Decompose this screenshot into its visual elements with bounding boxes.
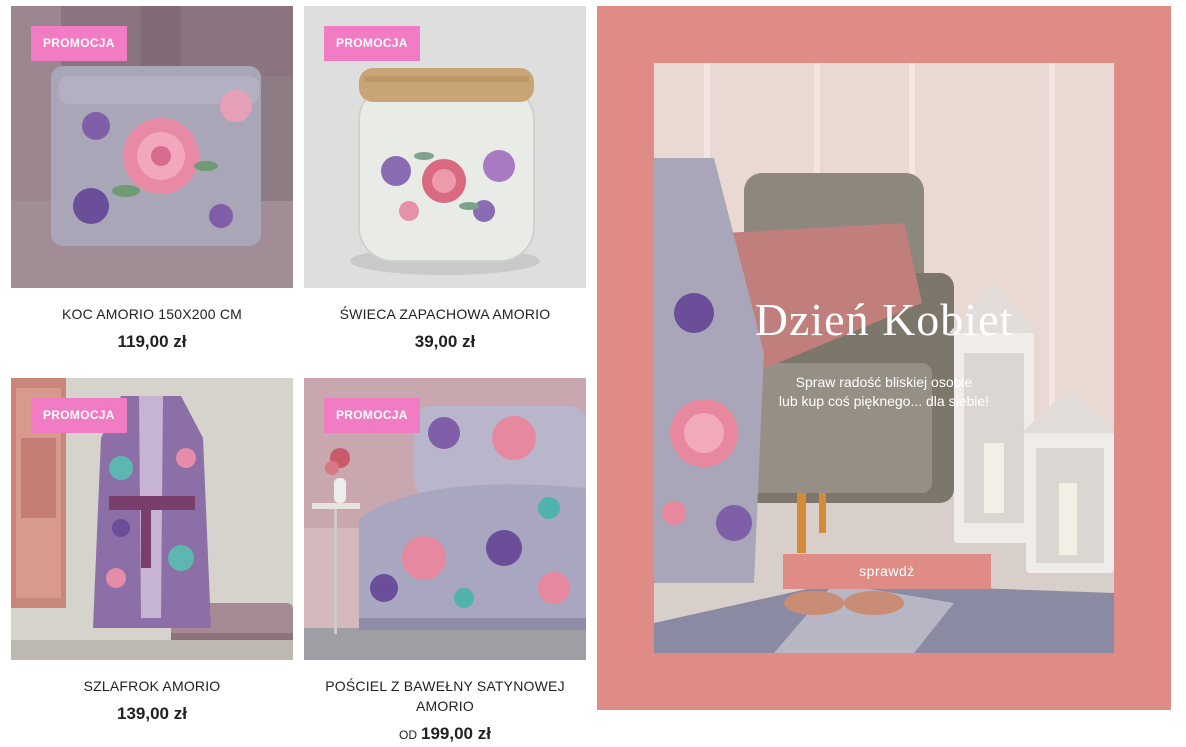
- price-value: 39,00 zł: [414, 332, 476, 351]
- product-image-candle[interactable]: PROMOCJA: [304, 6, 586, 288]
- promo-banner[interactable]: Dzień Kobiet Spraw radość bliskiej osobi…: [597, 6, 1171, 710]
- banner-subtitle-line: lub kup coś pięknego... dla siebie!: [778, 393, 990, 409]
- price-value: 119,00 zł: [117, 332, 187, 351]
- product-card: PROMOCJA SZLAFROK AMORIO 139,00 zł: [11, 378, 293, 724]
- product-price: OD 199,00 zł: [304, 724, 586, 744]
- product-price: 39,00 zł: [304, 332, 586, 352]
- product-card: PROMOCJA ŚWIECA ZAPACHOWA AMORIO 39,00 z…: [304, 6, 586, 352]
- banner-photo: Dzień Kobiet Spraw radość bliskiej osobi…: [654, 63, 1114, 653]
- banner-headline: Dzień Kobiet: [754, 294, 1014, 345]
- product-card: PROMOCJA POŚCIEL Z BAWEŁNY SATYNOWEJ AMO…: [304, 378, 586, 744]
- banner-cta-button[interactable]: sprawdź: [783, 554, 991, 589]
- price-prefix: OD: [399, 728, 418, 742]
- product-price: 139,00 zł: [11, 704, 293, 724]
- price-value: 139,00 zł: [117, 704, 187, 723]
- promo-badge: PROMOCJA: [31, 398, 127, 433]
- product-name[interactable]: ŚWIECA ZAPACHOWA AMORIO: [304, 304, 586, 324]
- product-name[interactable]: POŚCIEL Z BAWEŁNY SATYNOWEJ AMORIO: [304, 676, 586, 716]
- product-image-bedding[interactable]: PROMOCJA: [304, 378, 586, 660]
- promo-badge: PROMOCJA: [324, 26, 420, 61]
- banner-subtitle-line: Spraw radość bliskiej osobie: [795, 374, 973, 390]
- promo-badge: PROMOCJA: [31, 26, 127, 61]
- price-value: 199,00 zł: [421, 724, 491, 743]
- product-image-bathrobe[interactable]: PROMOCJA: [11, 378, 293, 660]
- banner-subtitle: Spraw radość bliskiej osobie lub kup coś…: [654, 373, 1114, 411]
- promo-badge: PROMOCJA: [324, 398, 420, 433]
- product-name[interactable]: KOC AMORIO 150X200 CM: [11, 304, 293, 324]
- product-name[interactable]: SZLAFROK AMORIO: [11, 676, 293, 696]
- product-image-blanket[interactable]: PROMOCJA: [11, 6, 293, 288]
- product-card: PROMOCJA KOC AMORIO 150X200 CM 119,00 zł: [11, 6, 293, 352]
- product-price: 119,00 zł: [11, 332, 293, 352]
